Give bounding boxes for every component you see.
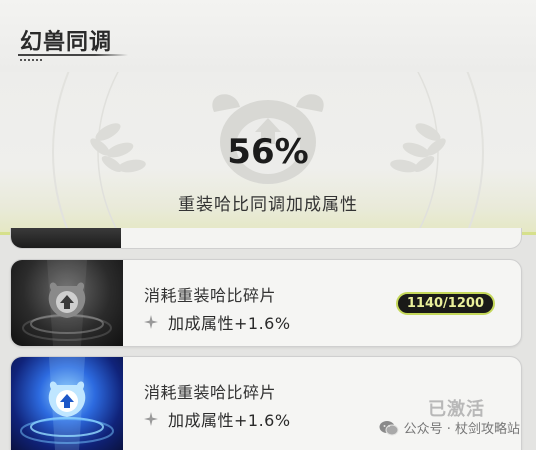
- title-underline: [18, 54, 128, 56]
- sync-percent: 56%: [227, 132, 309, 172]
- beast-shard-icon: [22, 260, 112, 346]
- card-title: 消耗重装哈比碎片: [144, 383, 277, 402]
- card-thumbnail: [11, 260, 123, 346]
- card-effect: 加成属性+1.6%: [144, 311, 291, 333]
- card-effect-text: 加成属性+1.6%: [168, 411, 291, 430]
- card-thumbnail: [11, 228, 121, 248]
- watermark: 公众号 · 杖剑攻略站: [379, 418, 520, 437]
- card-effect-text: 加成属性+1.6%: [168, 314, 291, 333]
- card-title: 消耗重装哈比碎片: [144, 286, 277, 305]
- page-title: 幻兽同调: [20, 30, 113, 55]
- wechat-icon: [379, 420, 399, 435]
- header: 幻兽同调: [0, 0, 536, 72]
- shard-progress-badge: 1140/1200: [395, 292, 495, 315]
- sync-card-locked[interactable]: 消耗重装哈比碎片 加成属性+1.6% 1140/1200: [10, 259, 522, 347]
- sparkle-icon: [144, 412, 158, 426]
- card-thumbnail: [11, 357, 123, 450]
- sync-description: 重装哈比同调加成属性: [178, 195, 358, 215]
- card-effect: 加成属性+1.6%: [144, 408, 291, 430]
- sparkle-icon: [144, 315, 158, 329]
- card-partial-previous: [10, 228, 522, 249]
- title-dots-decoration: [20, 59, 42, 61]
- sync-panel: 56% 重装哈比同调加成属性: [0, 72, 536, 232]
- beast-shard-icon: [20, 357, 114, 450]
- watermark-text: 公众号 · 杖剑攻略站: [403, 422, 520, 437]
